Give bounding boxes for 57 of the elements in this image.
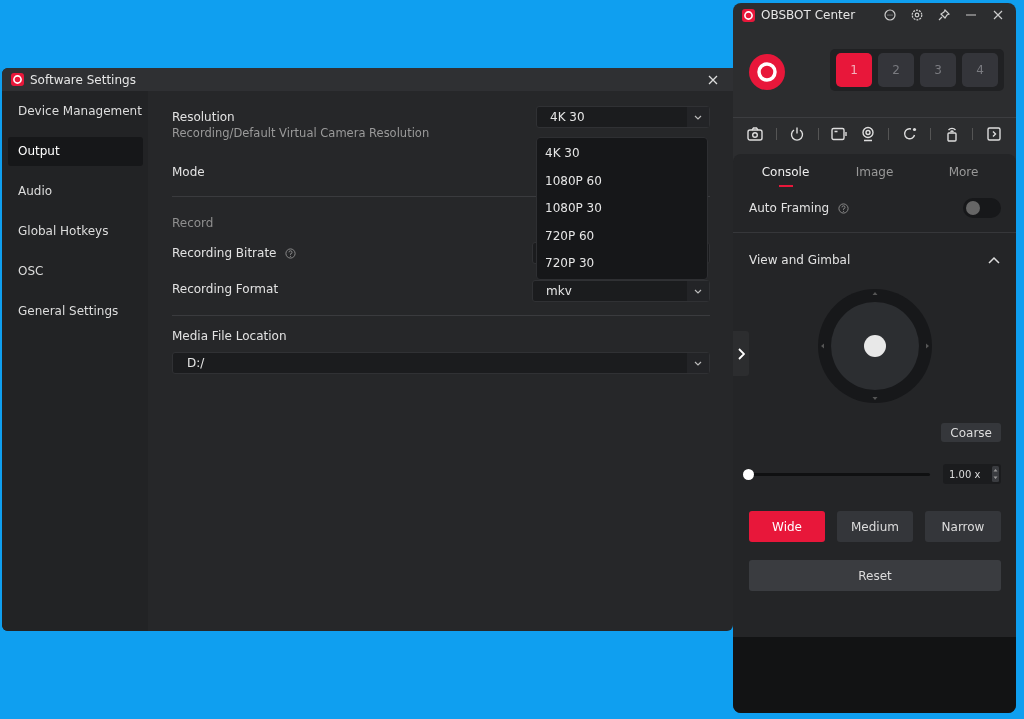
help-icon[interactable] <box>285 247 297 259</box>
framing-button[interactable]: Medium <box>837 511 913 542</box>
camera-icon[interactable] <box>747 126 763 142</box>
gimbal-joystick-drawing[interactable] <box>816 288 933 404</box>
tab[interactable]: More <box>933 165 994 187</box>
framing-button[interactable]: Narrow <box>925 511 1001 542</box>
toggle-switch[interactable] <box>963 198 1001 218</box>
close-icon[interactable] <box>992 9 1004 21</box>
webcam-icon[interactable] <box>859 126 876 142</box>
coarse-button[interactable]: Coarse <box>941 423 1001 442</box>
dropdown-option[interactable]: 1080P 60 <box>537 167 707 195</box>
resolution-dropdown[interactable]: 4K 30 <box>536 106 710 128</box>
chat-icon[interactable] <box>884 9 896 21</box>
dropdown-option[interactable]: 720P 60 <box>537 222 707 250</box>
sidebar-item[interactable]: Output <box>8 137 143 166</box>
setting-label: Recording Bitrate <box>172 246 277 260</box>
setting-label: Auto Framing <box>749 201 830 215</box>
screen-icon[interactable] <box>831 126 848 142</box>
app-logo-icon <box>742 8 755 22</box>
reset-button[interactable]: Reset <box>749 560 1001 591</box>
dropdown-option[interactable]: 720P 30 <box>537 250 707 278</box>
expand-panel-icon[interactable] <box>985 126 1002 142</box>
settings-icon[interactable] <box>911 9 923 21</box>
setting-label: Recording Format <box>172 282 279 296</box>
window-title: Software Settings <box>30 72 136 87</box>
refresh-icon[interactable] <box>901 126 918 142</box>
slider-thumb[interactable] <box>743 468 754 480</box>
sidebar-item[interactable]: General Settings <box>8 297 143 326</box>
dropdown-option[interactable]: 4K 30 <box>537 140 707 168</box>
sidebar-item[interactable]: Audio <box>8 177 143 206</box>
sidebar-item[interactable]: OSC <box>8 257 143 286</box>
stepper-arrows-icon[interactable] <box>992 466 999 482</box>
dropdown-option[interactable]: 1080P 30 <box>537 195 707 223</box>
setting-label: Mode <box>172 165 205 179</box>
power-icon[interactable] <box>789 126 806 142</box>
tab[interactable]: Image <box>844 165 905 187</box>
window-title: OBSBOT Center <box>761 8 856 22</box>
tab[interactable]: Console <box>755 165 816 187</box>
setting-label: Resolution <box>172 110 236 124</box>
section-title: View and Gimbal <box>749 253 851 267</box>
format-dropdown[interactable]: mkv <box>532 280 710 302</box>
sidebar-item[interactable]: Global Hotkeys <box>8 217 143 246</box>
framing-button[interactable]: Wide <box>749 511 825 542</box>
collapse-caret-icon[interactable] <box>988 256 1000 264</box>
location-dropdown[interactable]: D:/ <box>172 352 710 374</box>
setting-label: Media File Location <box>172 329 288 343</box>
side-panel-handle[interactable] <box>733 331 749 376</box>
help-icon[interactable] <box>838 202 850 214</box>
camera-logo-icon <box>748 53 786 91</box>
chevron-right-icon <box>737 347 745 360</box>
setting-description: Recording/Default Virtual Camera Resolution <box>172 126 430 140</box>
pin-icon[interactable] <box>938 9 950 21</box>
zoom-spinbox[interactable]: 1.00 x <box>943 464 1001 484</box>
sidebar-item[interactable]: Device Management <box>8 97 143 126</box>
section-heading: Record <box>172 216 215 230</box>
app-logo-icon <box>11 73 24 86</box>
close-icon[interactable] <box>707 73 719 86</box>
